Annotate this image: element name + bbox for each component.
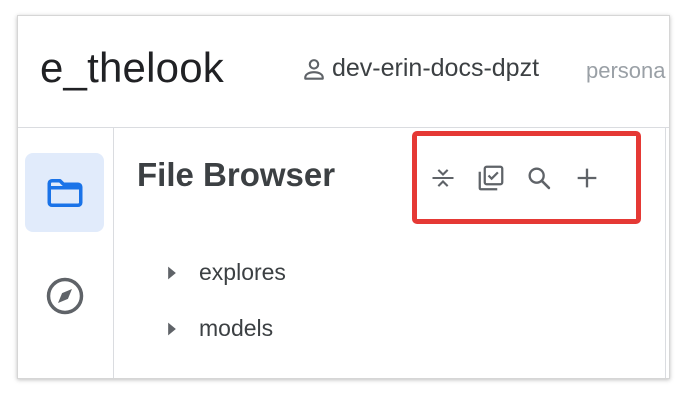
select-check-icon xyxy=(478,165,504,190)
folder-label: models xyxy=(199,315,274,341)
search-button[interactable] xyxy=(523,162,555,194)
collapse-all-button[interactable] xyxy=(427,162,459,194)
add-button[interactable] xyxy=(571,162,603,194)
project-name: e_thelook xyxy=(40,44,224,91)
folder-label: explores xyxy=(199,259,286,285)
nav-rail xyxy=(18,128,114,378)
tree-folder-explores[interactable]: explores xyxy=(165,259,286,286)
folder-icon xyxy=(47,178,82,207)
tree-folder-models[interactable]: models xyxy=(165,315,273,342)
file-browser-toolbar xyxy=(412,131,641,224)
rail-file-browser-button[interactable] xyxy=(25,153,104,232)
caret-right-icon xyxy=(168,322,176,335)
collapse-all-icon xyxy=(432,168,454,187)
select-files-button[interactable] xyxy=(475,162,507,194)
search-icon xyxy=(528,167,551,189)
branch-name: dev-erin-docs-dpzt xyxy=(332,54,540,82)
file-browser-title: File Browser xyxy=(137,156,336,193)
panel-divider xyxy=(665,128,669,378)
branch-indicator[interactable]: dev-erin-docs-dpzt xyxy=(300,54,539,83)
caret-right-icon xyxy=(168,266,176,279)
rail-explore-button[interactable] xyxy=(25,256,104,335)
person-icon xyxy=(304,58,324,80)
add-icon xyxy=(577,168,597,187)
mode-label: persona xyxy=(586,58,666,83)
header: e_thelook dev-erin-docs-dpzt persona xyxy=(18,16,669,128)
compass-icon xyxy=(46,277,83,314)
